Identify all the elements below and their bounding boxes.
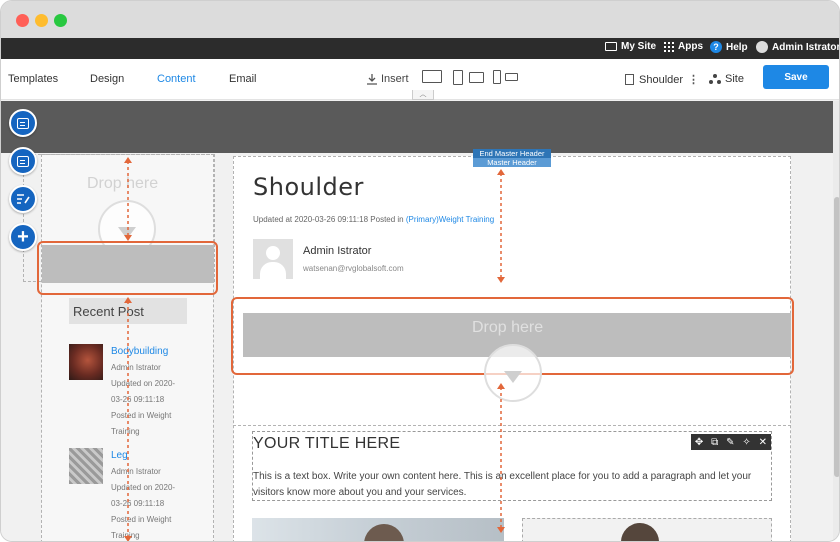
recent-post-title-leg[interactable]: Leg [111,450,128,461]
post-meta: Updated at 2020-03-26 09:11:18 Posted in… [253,215,494,224]
page-icon [625,74,634,85]
author-email: watsenan@rvglobalsoft.com [303,264,404,273]
author-avatar [253,239,293,279]
text-box-toolbar: ✥ ⧉ ✎ ✧ ✕ [691,434,771,450]
layout-icon[interactable] [9,109,37,137]
left-drop-highlight [37,241,218,295]
left-drop-here-label: Drop here [87,175,159,192]
page-selector[interactable]: Shoulder ⋮ [625,73,699,86]
top-bar: My Site Apps ? Help Admin Istrator [1,38,840,59]
recent-post-posted-in: Posted in Weight [111,515,172,524]
vertical-scrollbar[interactable] [833,101,839,541]
app-window: My Site Apps ? Help Admin Istrator Templ… [0,0,840,542]
my-site-link[interactable]: My Site [605,41,656,52]
scrollbar-thumb[interactable] [834,197,839,477]
save-button[interactable]: Save [763,65,829,89]
author-name: Admin Istrator [303,245,372,257]
text-box-body[interactable]: This is a text box. Write your own conte… [253,469,767,501]
master-header-area[interactable] [1,101,833,153]
tablet-landscape-icon[interactable] [469,72,484,83]
recent-post-time: 03-26 09:11:18 [111,499,165,508]
bodybuilding-thumbnail[interactable] [69,344,103,380]
my-site-label: My Site [621,41,657,52]
kebab-menu-icon[interactable]: ⋮ [688,73,699,86]
close-window-button[interactable] [16,14,29,27]
desktop-view-icon[interactable] [422,70,442,83]
recent-post-category: Training [111,531,140,540]
master-header-label: Master Header [487,158,537,167]
move-icon[interactable]: ✥ [695,437,703,448]
recent-post-author: Admin Istrator [111,467,161,476]
maximize-window-button[interactable] [54,14,67,27]
recent-post-category: Training [111,427,140,436]
monitor-icon [605,42,617,51]
post-title[interactable]: Shoulder [253,173,364,201]
copy-icon[interactable]: ⧉ [711,437,718,448]
edit-list-icon[interactable] [9,185,37,213]
end-master-header-label: End Master Header [473,149,551,158]
site-label: Site [725,73,744,85]
avatar-icon [756,41,768,53]
section-divider [233,425,791,426]
tab-content[interactable]: Content [157,73,196,85]
user-menu[interactable]: Admin Istrator [756,41,840,53]
master-header-tag: End Master Header Master Header [473,149,551,167]
image-block-1[interactable] [252,518,504,541]
apps-link[interactable]: Apps [664,41,703,52]
page-icon[interactable] [9,147,37,175]
plus-icon[interactable]: + [9,223,37,251]
recent-post-updated: Updated on 2020- [111,483,176,492]
sitemap-icon [709,74,721,84]
insert-label: Insert [381,73,409,85]
help-link[interactable]: ? Help [710,41,748,53]
help-label: Help [726,41,748,53]
download-icon [367,73,377,85]
recent-post-title-bodybuilding[interactable]: Bodybuilding [111,346,168,357]
mobile-portrait-icon[interactable] [493,70,501,84]
magic-icon[interactable]: ✧ [742,437,750,448]
tablet-portrait-icon[interactable] [453,70,463,85]
recent-post-updated: Updated on 2020- [111,379,176,388]
main-drop-target-icon [484,344,542,402]
recent-post-author: Admin Istrator [111,363,161,372]
title-bar [1,1,839,38]
mobile-landscape-icon[interactable] [505,73,518,81]
paint-icon[interactable]: ✎ [726,437,734,448]
image-block-2[interactable] [522,518,772,541]
leg-thumbnail[interactable] [69,448,103,484]
page-name: Shoulder [639,73,684,86]
tab-design[interactable]: Design [90,73,124,85]
recent-post-heading: Recent Post [69,298,187,324]
insert-button[interactable]: Insert [367,73,409,85]
user-name: Admin Istrator [772,41,840,53]
recent-post-posted-in: Posted in Weight [111,411,172,420]
post-meta-prefix: Updated at 2020-03-26 09:11:18 Posted in [253,215,406,224]
post-category-link[interactable]: (Primary)Weight Training [406,215,494,224]
close-icon[interactable]: ✕ [759,437,767,448]
minimize-window-button[interactable] [35,14,48,27]
help-icon: ? [710,41,722,53]
tab-templates[interactable]: Templates [8,73,58,85]
tab-email[interactable]: Email [229,73,257,85]
recent-post-time: 03-26 09:11:18 [111,395,165,404]
apps-label: Apps [678,41,703,52]
collapse-toolbar-tab[interactable]: ︿ [412,90,434,100]
apps-grid-icon [664,41,674,52]
site-menu[interactable]: Site [709,73,744,85]
text-box-title[interactable]: YOUR TITLE HERE [253,435,400,453]
